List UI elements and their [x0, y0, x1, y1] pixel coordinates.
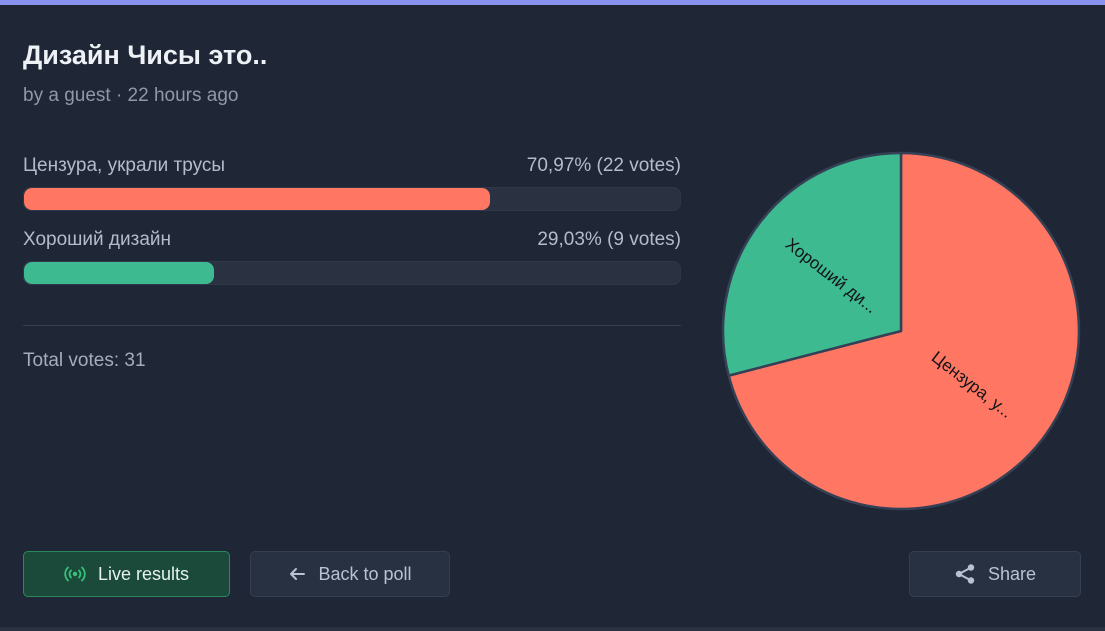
result-option: Хороший дизайн 29,03% (9 votes) — [23, 229, 681, 285]
arrow-left-icon — [290, 568, 306, 580]
progress-track — [23, 261, 681, 285]
results-pie-chart: Цензура, у...Хороший ди... — [721, 151, 1081, 511]
share-icon — [955, 564, 975, 584]
share-label: Share — [987, 563, 1037, 584]
bottom-border — [0, 627, 1105, 631]
broadcast-icon — [64, 566, 86, 582]
live-results-button[interactable]: Live results — [23, 551, 230, 597]
live-results-label: Live results — [97, 563, 190, 584]
option-label: Хороший дизайн — [23, 229, 171, 250]
progress-fill — [24, 188, 490, 210]
progress-fill — [24, 262, 215, 284]
total-votes: Total votes: 31 — [23, 350, 146, 371]
option-stat: 29,03% (9 votes) — [537, 229, 681, 250]
result-option: Цензура, украли трусы 70,97% (22 votes) — [23, 155, 681, 211]
divider — [23, 325, 681, 326]
poll-meta: by a guest · 22 hours ago — [23, 85, 239, 106]
back-to-poll-label: Back to poll — [318, 563, 412, 584]
back-to-poll-button[interactable]: Back to poll — [250, 551, 450, 597]
option-label: Цензура, украли трусы — [23, 155, 226, 176]
poll-title: Дизайн Чисы это.. — [23, 40, 268, 70]
option-stat: 70,97% (22 votes) — [526, 155, 681, 176]
share-button[interactable]: Share — [909, 551, 1081, 597]
progress-track — [23, 187, 681, 211]
